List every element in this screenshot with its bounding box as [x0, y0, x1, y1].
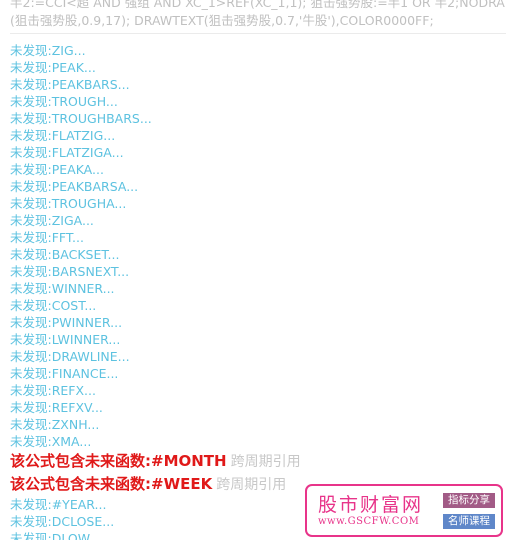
warning-note: 跨周期引用 — [216, 477, 287, 493]
not-found-row: 未发现:TROUGH... — [10, 94, 118, 109]
not-found-row: 未发现:XMA... — [10, 434, 92, 449]
not-found-row: 未发现:PEAK... — [10, 60, 96, 75]
not-found-row: 未发现:BACKSET... — [10, 247, 120, 262]
site-watermark: 股市财富网 www.GSCFW.COM 指标分享 名师课程 — [305, 484, 503, 537]
not-found-row: 未发现:BARSNEXT... — [10, 264, 130, 279]
divider — [10, 33, 506, 34]
not-found-row: 未发现:FLATZIG... — [10, 128, 116, 143]
page: 半2:=CCI<超 AND 强组 AND XC_1>REF(XC_1,1); 狙… — [0, 0, 506, 540]
not-found-row: 未发现:PEAKA... — [10, 162, 104, 177]
check-results-list: 未发现:ZIG... 未发现:PEAK... 未发现:PEAKBARS... 未发现:… — [10, 42, 500, 540]
watermark-title: 股市财富网 — [318, 494, 424, 516]
code-line: 半2:=CCI<超 AND 强组 AND XC_1>REF(XC_1,1); 狙… — [10, 0, 505, 10]
not-found-row: 未发现:WINNER... — [10, 281, 115, 296]
future-function-warning: 该公式包含未来函数:#MONTH 跨周期引用 — [10, 450, 500, 473]
not-found-row: 未发现:PWINNER... — [10, 315, 123, 330]
not-found-row: 未发现:PEAKBARSA... — [10, 179, 139, 194]
not-found-row: 未发现:ZIGA... — [10, 213, 94, 228]
not-found-row: 未发现:TROUGHA... — [10, 196, 127, 211]
not-found-row: 未发现:DRAWLINE... — [10, 349, 130, 364]
not-found-row: 未发现:PEAKBARS... — [10, 77, 130, 92]
watermark-tag-indicator-share: 指标分享 — [443, 493, 495, 508]
not-found-row: 未发现:COST... — [10, 298, 97, 313]
watermark-url: www.GSCFW.COM — [318, 516, 420, 527]
watermark-tag-teacher-course: 名师课程 — [443, 514, 495, 529]
not-found-row: 未发现:ZIG... — [10, 43, 86, 58]
warning-text: 该公式包含未来函数:#MONTH — [10, 452, 227, 470]
not-found-row: 未发现:FLATZIGA... — [10, 145, 124, 160]
not-found-row: 未发现:ZXNH... — [10, 417, 100, 432]
not-found-row: 未发现:FFT... — [10, 230, 84, 245]
not-found-row: 未发现:FINANCE... — [10, 366, 119, 381]
not-found-row: 未发现:LWINNER... — [10, 332, 121, 347]
code-line: (狙击强势股,0.9,17); DRAWTEXT(狙击强势股,0.7,'牛股')… — [10, 13, 434, 28]
not-found-row: 未发现:TROUGHBARS... — [10, 111, 152, 126]
formula-code: 半2:=CCI<超 AND 强组 AND XC_1>REF(XC_1,1); 狙… — [10, 0, 506, 30]
not-found-row: 未发现:REFX... — [10, 383, 96, 398]
warning-text: 该公式包含未来函数:#WEEK — [10, 475, 213, 493]
warning-note: 跨周期引用 — [230, 454, 301, 470]
not-found-row: 未发现:REFXV... — [10, 400, 103, 415]
